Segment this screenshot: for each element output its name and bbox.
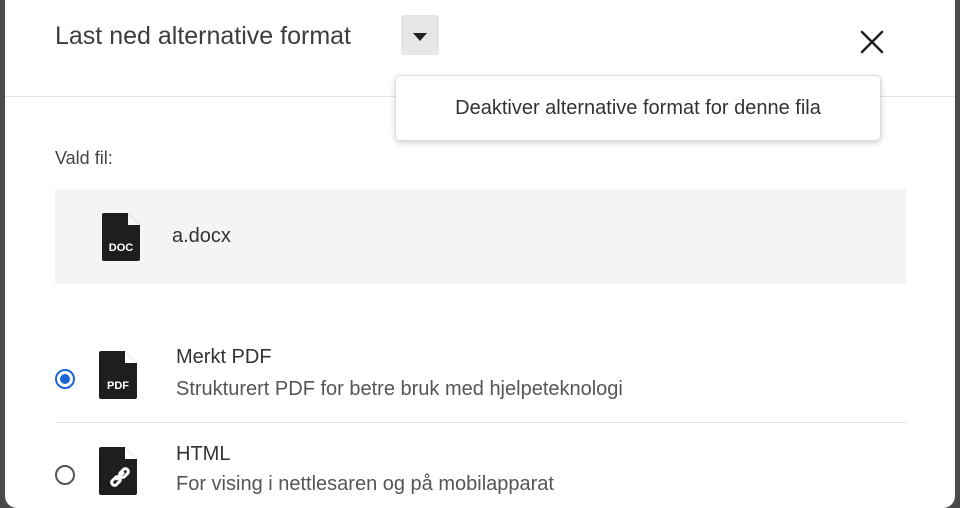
format-option-tagged-pdf[interactable]: PDF Merkt PDF Strukturert PDF for betre …: [55, 346, 906, 423]
svg-text:DOC: DOC: [109, 242, 134, 254]
close-icon: [860, 30, 884, 54]
tagged-pdf-title: Merkt PDF: [176, 346, 272, 368]
download-alternative-format-dialog: Last ned alternative format Vald fil: DO…: [5, 0, 955, 508]
format-option-html[interactable]: HTML For vising i nettlesaren og på mobi…: [55, 435, 906, 508]
tagged-pdf-radio[interactable]: [55, 369, 75, 389]
html-description: For vising i nettlesaren og på mobilappa…: [176, 473, 554, 495]
format-dropdown-menu: Deaktiver alternative format for denne f…: [395, 75, 881, 141]
selected-file-name: a.docx: [172, 225, 231, 247]
format-menu-toggle-button[interactable]: [401, 15, 439, 55]
selected-file-label: Vald fil:: [55, 148, 113, 168]
close-button[interactable]: [857, 27, 887, 57]
html-radio[interactable]: [55, 465, 75, 485]
svg-text:PDF: PDF: [107, 380, 129, 392]
pdf-file-icon: PDF: [99, 351, 137, 399]
caret-down-icon: [413, 32, 427, 41]
doc-file-icon: DOC: [102, 213, 140, 261]
html-file-icon: [99, 447, 137, 495]
tagged-pdf-description: Strukturert PDF for betre bruk med hjelp…: [176, 378, 623, 400]
selected-file-box: DOC a.docx: [55, 189, 906, 284]
menu-item-disable-alternative-formats[interactable]: Deaktiver alternative format for denne f…: [396, 76, 880, 140]
dialog-title: Last ned alternative format: [55, 22, 351, 50]
html-title: HTML: [176, 443, 231, 465]
